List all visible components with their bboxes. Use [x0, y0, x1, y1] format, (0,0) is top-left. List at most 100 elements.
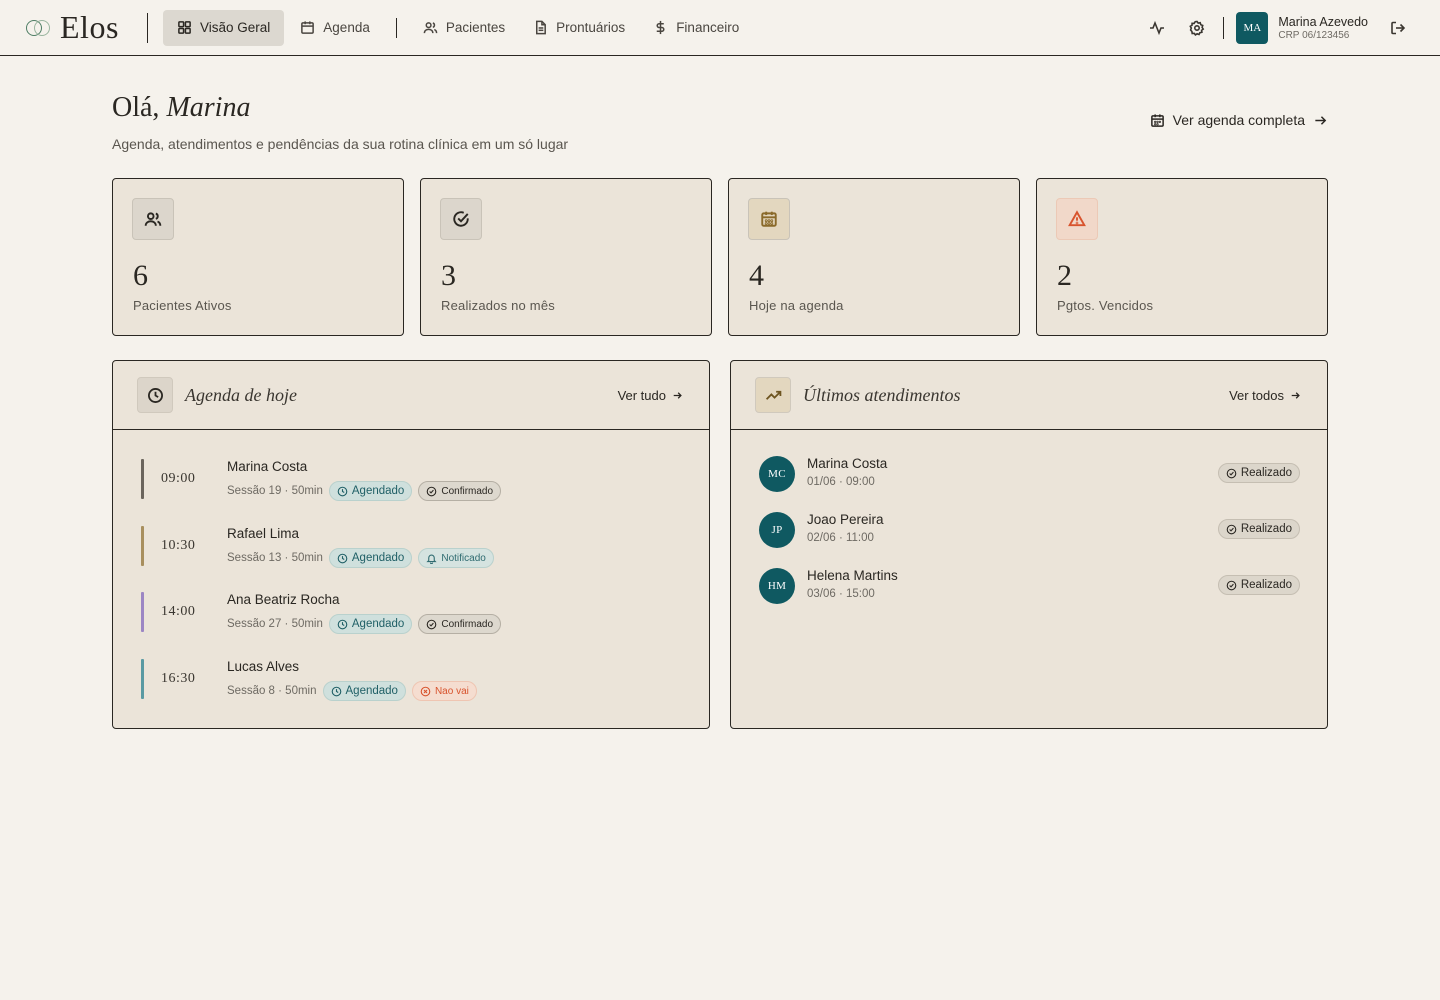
stat-icon	[1056, 198, 1098, 240]
appointment-patient-name: Rafael Lima	[227, 526, 300, 541]
session-date: 02/06 · 11:00	[807, 532, 874, 544]
stat-value: 4	[749, 259, 764, 292]
appointment-row[interactable]: 09:00 Marina Costa Sessão 19 · 50min Age…	[141, 459, 681, 501]
appointment-session: Sessão 8 · 50min	[227, 685, 317, 697]
status-badge-label: Realizado	[1240, 467, 1292, 479]
nav-item-label: Pacientes	[445, 20, 506, 35]
panel-header: Últimos atendimentos Ver todos	[731, 361, 1327, 430]
stat-card-hoje-agenda[interactable]: 4 Hoje na agenda	[728, 178, 1020, 336]
stats-row: 6 Pacientes Ativos 3 Realizados no mês 4…	[112, 178, 1328, 336]
arrow-right-icon	[1291, 391, 1300, 399]
user-info[interactable]: Marina Azevedo CRP 06/123456	[1278, 15, 1368, 41]
stat-label: Pgtos. Vencidos	[1057, 298, 1154, 313]
stat-label: Hoje na agenda	[749, 298, 844, 313]
status-badge-label: Agendado	[351, 552, 405, 564]
top-right-actions: MA Marina Azevedo CRP 06/123456	[1143, 11, 1412, 44]
dollar-icon	[656, 20, 665, 35]
status-badge-confirmado: Confirmado	[418, 481, 502, 501]
see-all-link[interactable]: Ver todos	[1229, 388, 1301, 403]
session-date: 01/06 · 09:00	[807, 476, 875, 488]
nav-item-prontuarios[interactable]: Prontuários	[519, 10, 639, 46]
clock-icon	[337, 619, 348, 629]
clock-icon	[337, 486, 348, 496]
nav-item-agenda[interactable]: Agenda	[286, 10, 384, 46]
nav-item-financeiro[interactable]: Financeiro	[639, 10, 753, 46]
divider	[147, 12, 148, 43]
panel-header: Agenda de hoje Ver tudo	[113, 361, 709, 430]
session-patient-name: Marina Costa	[807, 456, 888, 471]
clock-icon	[147, 387, 163, 403]
nav-item-label: Visão Geral	[200, 20, 271, 35]
appointment-color-bar	[141, 592, 144, 632]
page-subtitle: Agenda, atendimentos e pendências da sua…	[112, 136, 569, 152]
full-agenda-link[interactable]: Ver agenda completa	[1150, 112, 1328, 128]
calendar-icon	[1150, 113, 1164, 127]
users-icon	[144, 212, 162, 226]
stat-icon	[748, 198, 790, 240]
nav-item-visao-geral[interactable]: Visão Geral	[163, 9, 285, 46]
status-badge-label: Agendado	[351, 485, 405, 497]
greeting-name: Marina	[166, 92, 251, 123]
appointment-row[interactable]: 14:00 Ana Beatriz Rocha Sessão 27 · 50mi…	[141, 592, 681, 634]
arrow-right-icon	[673, 391, 682, 399]
appointment-row[interactable]: 10:30 Rafael Lima Sessão 13 · 50min Agen…	[141, 526, 681, 568]
users-icon	[423, 22, 438, 34]
avatar: HM	[759, 568, 795, 604]
status-badge-realizado: Realizado	[1217, 463, 1300, 483]
status-badge-agendado: Agendado	[328, 614, 413, 634]
appointment-color-bar	[141, 459, 144, 499]
greeting-prefix: Olá,	[112, 92, 160, 123]
appointment-time: 10:30	[161, 538, 196, 553]
stat-card-realizados[interactable]: 3 Realizados no mês	[420, 178, 712, 336]
session-row[interactable]: HM Helena Martins 03/06 · 15:00 Realizad…	[759, 568, 1300, 604]
check-circle-icon	[453, 211, 469, 227]
activity-icon	[1150, 20, 1165, 35]
session-row[interactable]: JP Joao Pereira 02/06 · 11:00 Realizado	[759, 512, 1300, 548]
x-circle-icon	[420, 686, 431, 696]
appointment-row[interactable]: 16:30 Lucas Alves Sessão 8 · 50min Agend…	[141, 659, 681, 701]
logout-button[interactable]	[1384, 14, 1412, 42]
nav-item-label: Financeiro	[676, 20, 740, 35]
session-date: 03/06 · 15:00	[807, 588, 875, 600]
status-badge-confirmado: Confirmado	[418, 614, 502, 634]
stat-card-pacientes-ativos[interactable]: 6 Pacientes Ativos	[112, 178, 404, 336]
stat-icon	[132, 198, 174, 240]
session-row[interactable]: MC Marina Costa 01/06 · 09:00 Realizado	[759, 456, 1300, 492]
gear-icon	[1189, 20, 1205, 36]
file-icon	[536, 20, 547, 35]
nav-item-label: Prontuários	[556, 20, 626, 35]
check-circle-icon	[427, 619, 437, 629]
appointment-color-bar	[141, 659, 144, 699]
settings-button[interactable]	[1183, 14, 1211, 42]
appointment-session: Sessão 19 · 50min	[227, 485, 323, 497]
status-badge-agendado: Agendado	[328, 548, 413, 568]
appointment-meta: Sessão 13 · 50min Agendado Notificado	[227, 548, 494, 568]
stat-card-pgtos-vencidos[interactable]: 2 Pgtos. Vencidos	[1036, 178, 1328, 336]
stat-label: Realizados no mês	[441, 298, 555, 313]
check-circle-icon	[1226, 468, 1237, 478]
user-avatar[interactable]: MA	[1236, 11, 1269, 44]
activity-button[interactable]	[1143, 14, 1171, 42]
page-title: Olá, Marina	[112, 92, 250, 124]
check-circle-icon	[427, 486, 437, 496]
avatar: MC	[759, 456, 795, 492]
see-all-link[interactable]: Ver tudo	[618, 388, 683, 403]
see-all-label: Ver todos	[1229, 387, 1284, 403]
appointment-patient-name: Ana Beatriz Rocha	[227, 592, 340, 607]
app-logo[interactable]: Elos	[24, 9, 128, 46]
appointment-meta: Sessão 8 · 50min Agendado Nao vai	[227, 681, 477, 701]
stat-value: 3	[441, 259, 456, 292]
stat-value: 2	[1057, 259, 1072, 292]
nav-item-pacientes[interactable]: Pacientes	[409, 10, 519, 46]
appointment-patient-name: Marina Costa	[227, 459, 308, 474]
status-badge-realizado: Realizado	[1217, 575, 1300, 595]
check-circle-icon	[1226, 580, 1237, 590]
grid-icon	[178, 21, 191, 34]
see-all-label: Ver tudo	[617, 387, 666, 403]
status-badge-agendado: Agendado	[328, 481, 413, 501]
status-badge-agendado: Agendado	[322, 681, 406, 701]
appointment-patient-name: Lucas Alves	[227, 659, 300, 674]
logout-icon	[1391, 21, 1406, 34]
session-patient-name: Helena Martins	[807, 568, 898, 583]
appointment-session: Sessão 13 · 50min	[227, 552, 323, 564]
